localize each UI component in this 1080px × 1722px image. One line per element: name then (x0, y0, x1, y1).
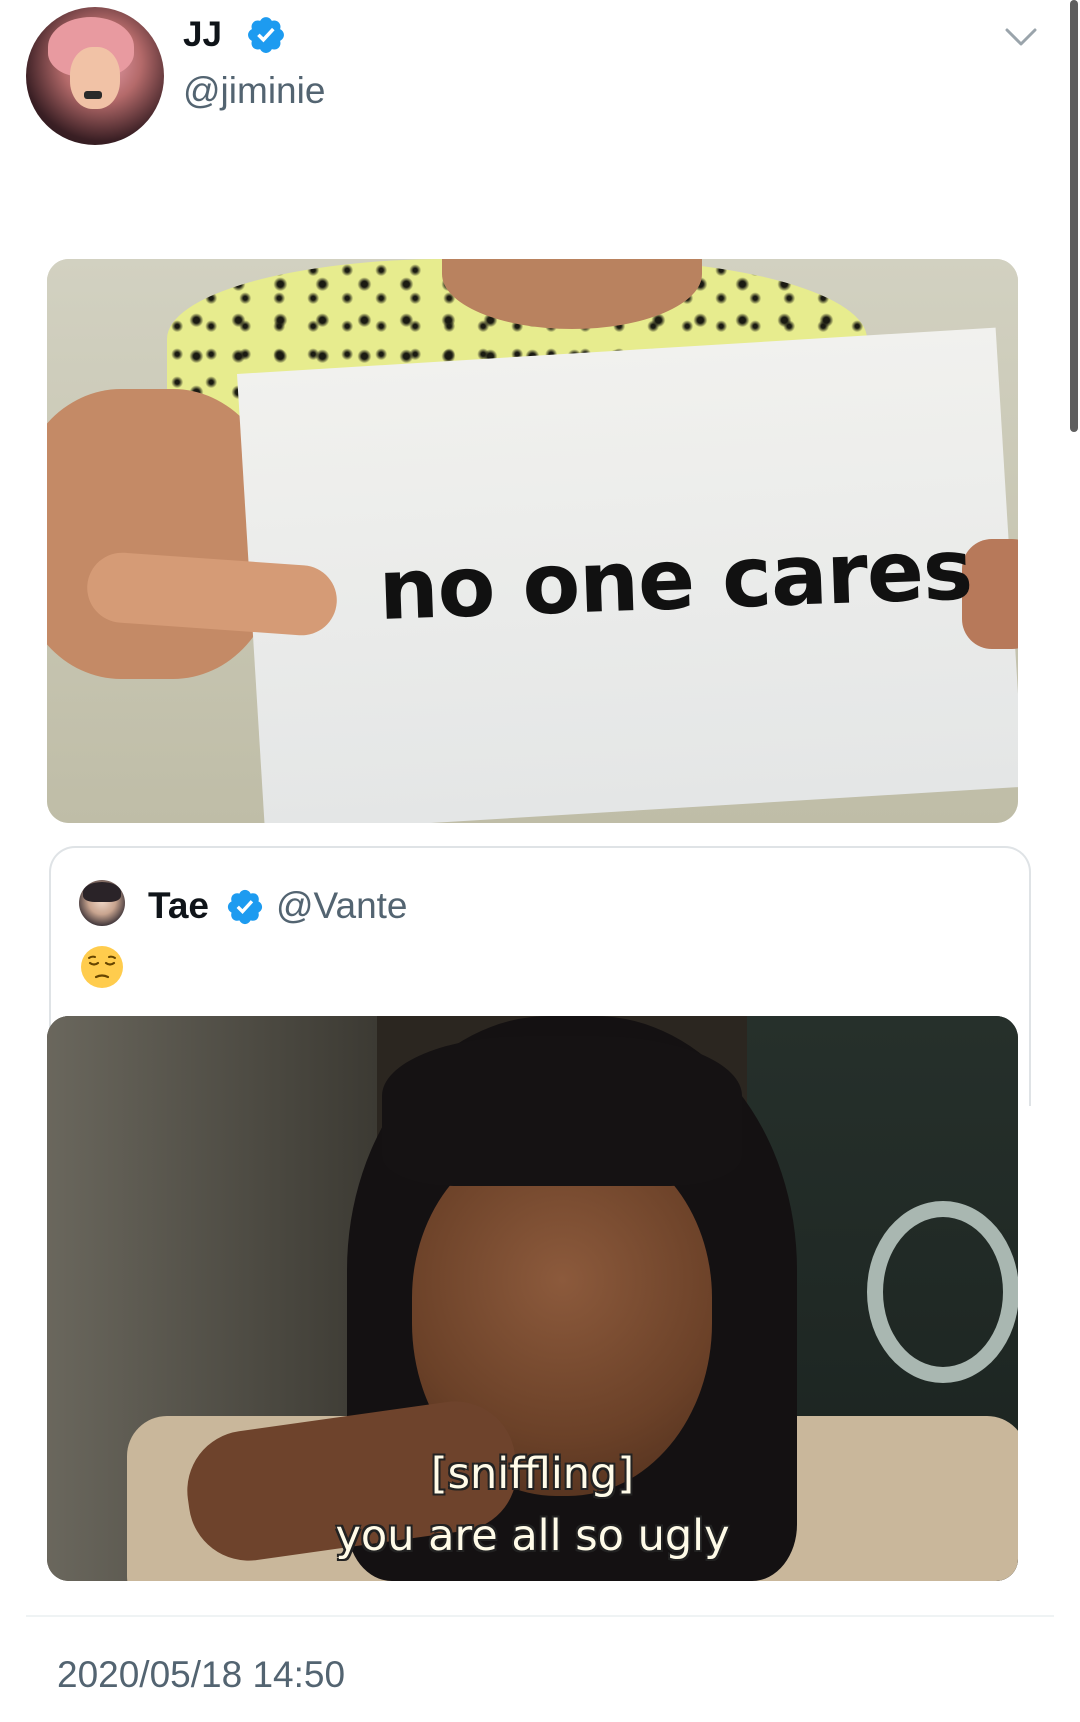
chevron-down-icon[interactable] (1003, 22, 1039, 52)
sign-text: no one cares (377, 520, 974, 639)
author-handle[interactable]: @jiminie (183, 68, 325, 114)
quoted-author-handle: @Vante (276, 885, 408, 926)
image-caption-line-1: [sniffling] (430, 1449, 635, 1499)
verified-badge-icon (248, 17, 284, 53)
tweet-image-sign[interactable]: no one cares (47, 259, 1018, 823)
quoted-author-avatar (79, 880, 125, 926)
scrollbar-thumb[interactable] (1070, 0, 1078, 432)
tweet-timestamp[interactable]: 2020/05/18 14:50 (57, 1652, 345, 1698)
pensive-face-emoji-icon (81, 946, 123, 988)
divider (26, 1615, 1054, 1617)
quoted-tweet-image[interactable]: [sniffling] you are all so ugly (47, 1016, 1018, 1581)
author-avatar[interactable] (26, 7, 164, 145)
author-display-name[interactable]: JJ (183, 12, 222, 58)
quoted-author-display-name: Tae (148, 885, 210, 926)
image-caption-line-2: you are all so ugly (335, 1511, 730, 1561)
quoted-verified-badge-icon (227, 889, 263, 925)
